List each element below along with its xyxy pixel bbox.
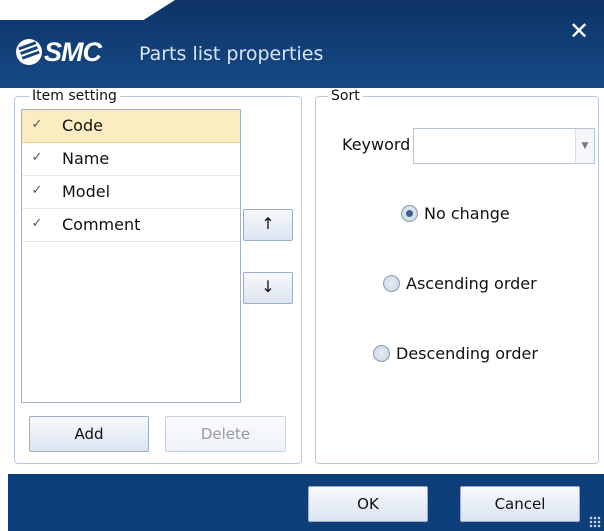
radio-label: No change bbox=[424, 204, 510, 223]
checkbox-name[interactable]: ✓ bbox=[30, 151, 44, 165]
radio-ascending-order[interactable]: Ascending order bbox=[383, 274, 537, 293]
list-item-label: Comment bbox=[62, 215, 141, 234]
radio-descending-order[interactable]: Descending order bbox=[373, 344, 538, 363]
keyword-label: Keyword bbox=[342, 135, 411, 154]
list-item-label: Name bbox=[62, 149, 110, 168]
radio-button-icon bbox=[401, 205, 418, 222]
brand-name: SMC bbox=[44, 36, 102, 67]
smc-logo-icon bbox=[16, 39, 42, 65]
list-item-model[interactable]: ✓ Model bbox=[22, 176, 240, 209]
radio-button-icon bbox=[383, 275, 400, 292]
radio-label: Ascending order bbox=[406, 274, 537, 293]
chevron-down-icon[interactable]: ▼ bbox=[575, 129, 594, 163]
smc-logo: SMC bbox=[16, 36, 102, 67]
list-item-comment[interactable]: ✓ Comment bbox=[22, 209, 240, 242]
arrow-up-icon: ↑ bbox=[261, 214, 275, 233]
checkbox-model[interactable]: ✓ bbox=[30, 184, 44, 198]
window-title: Parts list properties bbox=[139, 43, 324, 65]
radio-label: Descending order bbox=[396, 344, 538, 363]
close-button[interactable]: ✕ bbox=[566, 18, 592, 44]
move-up-button[interactable]: ↑ bbox=[243, 209, 293, 241]
parts-list-properties-dialog: SMC Parts list properties ✕ Item setting… bbox=[0, 0, 604, 531]
title-bar[interactable]: SMC Parts list properties ✕ bbox=[0, 0, 604, 88]
list-item-code[interactable]: ✓ Code bbox=[22, 110, 240, 143]
keyword-combobox[interactable]: ▼ bbox=[413, 128, 595, 164]
move-down-button[interactable]: ↓ bbox=[243, 272, 293, 304]
ok-button[interactable]: OK bbox=[308, 486, 428, 522]
delete-button[interactable]: Delete bbox=[165, 416, 286, 452]
radio-no-change[interactable]: No change bbox=[401, 204, 510, 223]
add-button[interactable]: Add bbox=[29, 416, 149, 452]
item-setting-legend: Item setting bbox=[29, 88, 120, 104]
list-item-label: Code bbox=[62, 116, 103, 135]
resize-grip-icon[interactable] bbox=[589, 516, 601, 528]
cancel-button[interactable]: Cancel bbox=[460, 486, 580, 522]
arrow-down-icon: ↓ bbox=[261, 277, 275, 296]
checkbox-code[interactable]: ✓ bbox=[30, 118, 44, 132]
list-item-label: Model bbox=[62, 182, 111, 201]
checkbox-comment[interactable]: ✓ bbox=[30, 217, 44, 231]
list-item-name[interactable]: ✓ Name bbox=[22, 143, 240, 176]
radio-button-icon bbox=[373, 345, 390, 362]
close-icon: ✕ bbox=[568, 17, 590, 45]
sort-legend: Sort bbox=[328, 88, 363, 104]
item-list[interactable]: ✓ Code ✓ Name ✓ Model ✓ Comment bbox=[21, 109, 241, 403]
